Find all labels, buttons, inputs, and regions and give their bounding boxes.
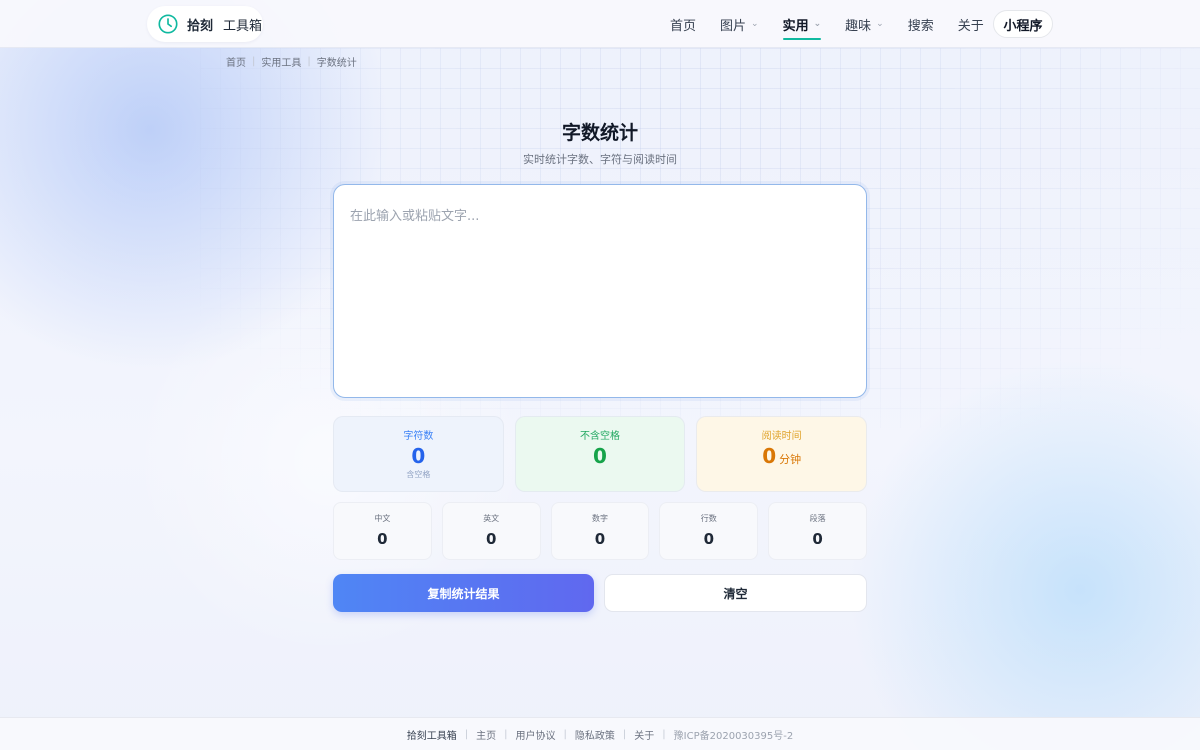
reading-time-unit: 分钟 — [779, 453, 802, 466]
detail-card-chinese: 中文 0 — [333, 502, 432, 560]
copy-results-button[interactable]: 复制统计结果 — [333, 574, 594, 612]
site-logo[interactable]: 拾刻 工具箱 — [147, 6, 263, 42]
stat-value-no-space: 0 — [593, 444, 607, 468]
nav-item-about[interactable]: 关于 — [958, 0, 984, 48]
mini-program-button[interactable]: 小程序 — [993, 10, 1053, 38]
nav-item-search[interactable]: 搜索 — [908, 0, 934, 48]
footer-separator: | — [662, 728, 666, 740]
breadcrumb-home[interactable]: 首页 — [226, 54, 246, 69]
footer-link-home[interactable]: 主页 — [476, 727, 496, 742]
nav-label: 趣味 — [845, 18, 872, 34]
footer-link-terms[interactable]: 用户协议 — [516, 727, 556, 742]
detail-label: 英文 — [483, 514, 500, 523]
nav-item-utilities[interactable]: 实用 ⌄ — [782, 0, 822, 48]
stat-card-reading-time: 阅读时间 0 分钟 — [696, 416, 868, 492]
page-header: 字数统计 实时统计字数、字符与阅读时间 — [0, 118, 1200, 167]
detail-label: 行数 — [700, 514, 717, 523]
breadcrumb: 首页 | 实用工具 | 字数统计 — [226, 54, 357, 69]
text-input-box — [333, 184, 867, 398]
breadcrumb-separator: | — [307, 56, 311, 67]
footer-icp-link[interactable]: 豫ICP备2020030395号-2 — [674, 727, 794, 742]
nav-label: 关于 — [957, 18, 984, 34]
footer-link-privacy[interactable]: 隐私政策 — [575, 727, 615, 742]
main-nav: 首页 图片 ⌄ 实用 ⌄ 趣味 ⌄ 搜索 关于 — [670, 0, 1008, 48]
stat-label: 不含空格 — [580, 431, 620, 442]
stat-value-chars: 0 — [411, 444, 426, 468]
footer-brand: 拾刻工具箱 — [406, 730, 457, 742]
breadcrumb-separator: | — [252, 56, 256, 67]
detail-value: 0 — [377, 530, 388, 548]
breadcrumb-utilities[interactable]: 实用工具 — [261, 54, 301, 69]
clock-icon — [158, 14, 178, 34]
footer-separator: | — [563, 728, 567, 740]
stat-note: 含空格 — [406, 470, 431, 479]
detail-value: 0 — [485, 530, 497, 548]
stat-card-chars: 字符数 0 含空格 — [333, 416, 504, 492]
nav-label: 搜索 — [907, 18, 934, 34]
footer-separator: | — [622, 728, 627, 740]
detail-label: 中文 — [374, 514, 391, 523]
logo-subtitle: 工具箱 — [223, 18, 263, 34]
clear-button[interactable]: 清空 — [604, 574, 867, 612]
nav-label: 首页 — [670, 18, 697, 34]
nav-label: 实用 — [782, 18, 809, 34]
reading-time-number: 0 — [762, 444, 777, 468]
stat-label: 字符数 — [403, 431, 434, 442]
action-buttons: 复制统计结果 清空 — [333, 574, 867, 612]
detail-value: 0 — [812, 530, 823, 548]
main-stats: 字符数 0 含空格 不含空格 0 阅读时间 0 分钟 — [333, 416, 868, 492]
detail-label: 数字 — [591, 514, 608, 523]
nav-item-home[interactable]: 首页 — [670, 0, 696, 48]
chevron-down-icon: ⌄ — [751, 19, 759, 29]
footer-separator: | — [464, 728, 469, 740]
stat-value-reading-time: 0 分钟 — [762, 444, 801, 472]
nav-item-images[interactable]: 图片 ⌄ — [720, 0, 759, 48]
detail-card-lines: 行数 0 — [659, 502, 759, 560]
text-input[interactable] — [334, 185, 866, 397]
nav-item-fun[interactable]: 趣味 ⌄ — [845, 0, 884, 48]
chevron-down-icon: ⌄ — [813, 19, 822, 29]
nav-label: 图片 — [720, 18, 747, 34]
detail-card-digits: 数字 0 — [550, 502, 650, 560]
stat-label: 阅读时间 — [761, 431, 802, 442]
footer: 拾刻工具箱 | 主页 | 用户协议 | 隐私政策 | 关于 | 豫ICP备202… — [0, 717, 1200, 750]
footer-separator: | — [504, 728, 508, 740]
stat-card-no-space: 不含空格 0 — [514, 416, 686, 492]
footer-link-about[interactable]: 关于 — [634, 727, 654, 742]
detail-label: 段落 — [809, 514, 826, 523]
detail-stats: 中文 0 英文 0 数字 0 行数 0 段落 0 — [333, 502, 867, 560]
page-subtitle: 实时统计字数、字符与阅读时间 — [523, 153, 677, 166]
detail-value: 0 — [703, 530, 714, 548]
detail-value: 0 — [594, 530, 606, 548]
logo-name: 拾刻 — [187, 18, 214, 34]
chevron-down-icon: ⌄ — [876, 19, 884, 29]
page-title: 字数统计 — [561, 122, 638, 144]
detail-card-paragraphs: 段落 0 — [768, 502, 867, 560]
detail-card-english: 英文 0 — [441, 502, 541, 560]
breadcrumb-current: 字数统计 — [316, 58, 357, 69]
top-navbar: 拾刻 工具箱 首页 图片 ⌄ 实用 ⌄ 趣味 ⌄ 搜索 关于 小程序 — [0, 0, 1200, 48]
